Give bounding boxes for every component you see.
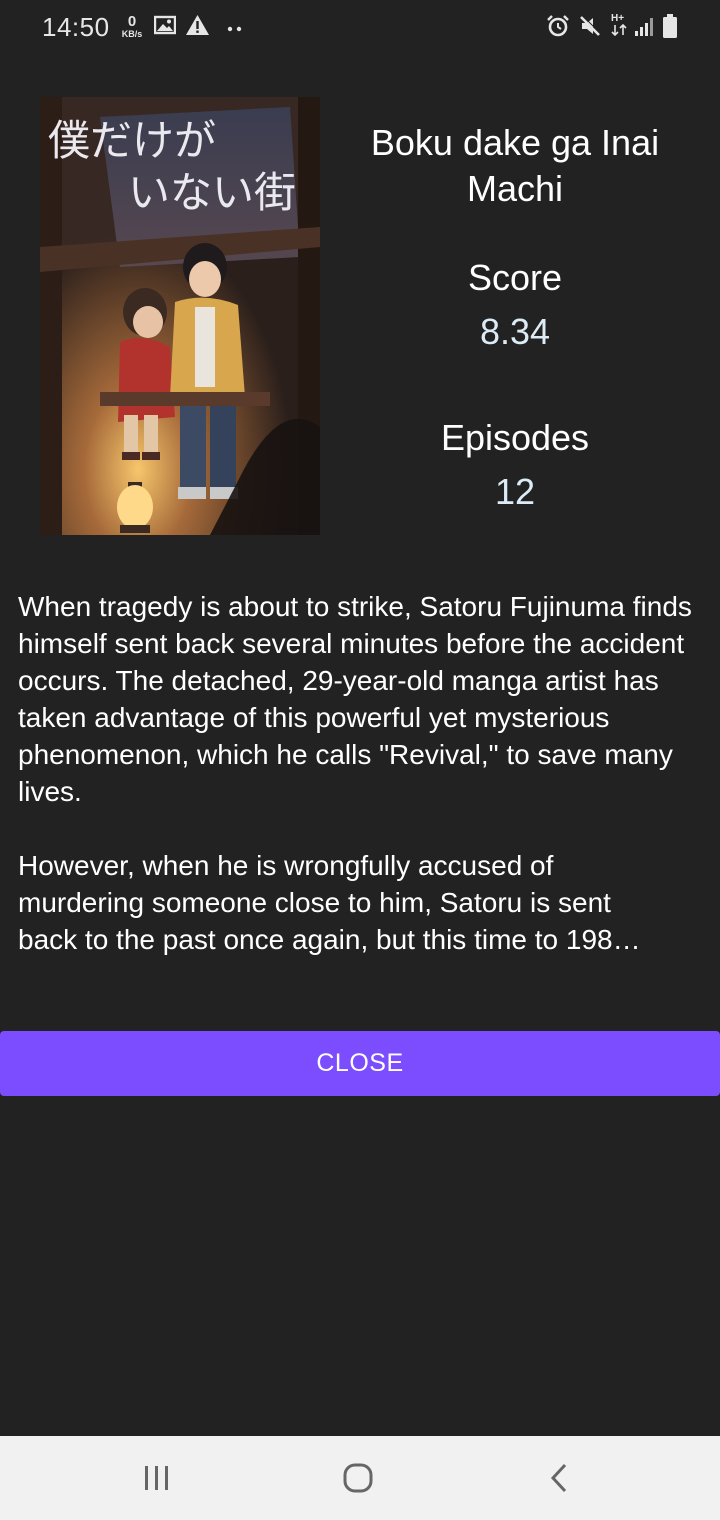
poster-title-line2: いない街 — [128, 168, 296, 217]
synopsis-paragraph: However, when he is wrongfully accused o… — [18, 847, 704, 958]
gallery-icon — [153, 15, 177, 40]
home-icon[interactable] — [328, 1458, 388, 1498]
synopsis-paragraph: When tragedy is about to strike, Satoru … — [18, 591, 692, 807]
more-dots-icon — [226, 20, 244, 38]
network-type-label: H+ — [611, 13, 625, 24]
battery-icon — [662, 13, 678, 44]
status-bar: 14:50 0 KB/s H+ — [0, 0, 720, 56]
alarm-icon — [546, 14, 570, 43]
signal-icon — [634, 15, 656, 42]
status-time: 14:50 — [42, 12, 110, 42]
warning-icon — [185, 14, 210, 41]
anime-title: Boku dake ga Inai Machi — [370, 122, 660, 209]
synopsis-line: murdering someone close to him, Satoru i… — [18, 887, 611, 918]
synopsis: When tragedy is about to strike, Satoru … — [18, 588, 704, 958]
navigation-bar — [0, 1436, 720, 1520]
score-label: Score — [467, 257, 563, 298]
hplus-data-icon: H+ — [611, 14, 627, 36]
mute-icon — [578, 14, 602, 43]
net-speed-unit: KB/s — [121, 29, 143, 39]
synopsis-line: back to the past once again, but this ti… — [18, 924, 641, 955]
net-speed-value: 0 — [127, 13, 137, 30]
synopsis-line: However, when he is wrongfully accused o… — [18, 850, 554, 881]
anime-info: Boku dake ga Inai Machi — [340, 120, 690, 212]
poster-title-line1: 僕だけが — [48, 116, 216, 165]
recent-apps-icon[interactable] — [127, 1458, 187, 1498]
anime-poster: 僕だけが いない街 — [40, 97, 320, 535]
net-speed-indicator: 0 KB/s — [118, 14, 146, 39]
episodes-value: 12 — [494, 471, 536, 512]
score-value: 8.34 — [479, 311, 551, 352]
episodes-label: Episodes — [440, 417, 590, 458]
close-button[interactable]: CLOSE — [0, 1031, 720, 1096]
back-icon[interactable] — [530, 1458, 590, 1498]
